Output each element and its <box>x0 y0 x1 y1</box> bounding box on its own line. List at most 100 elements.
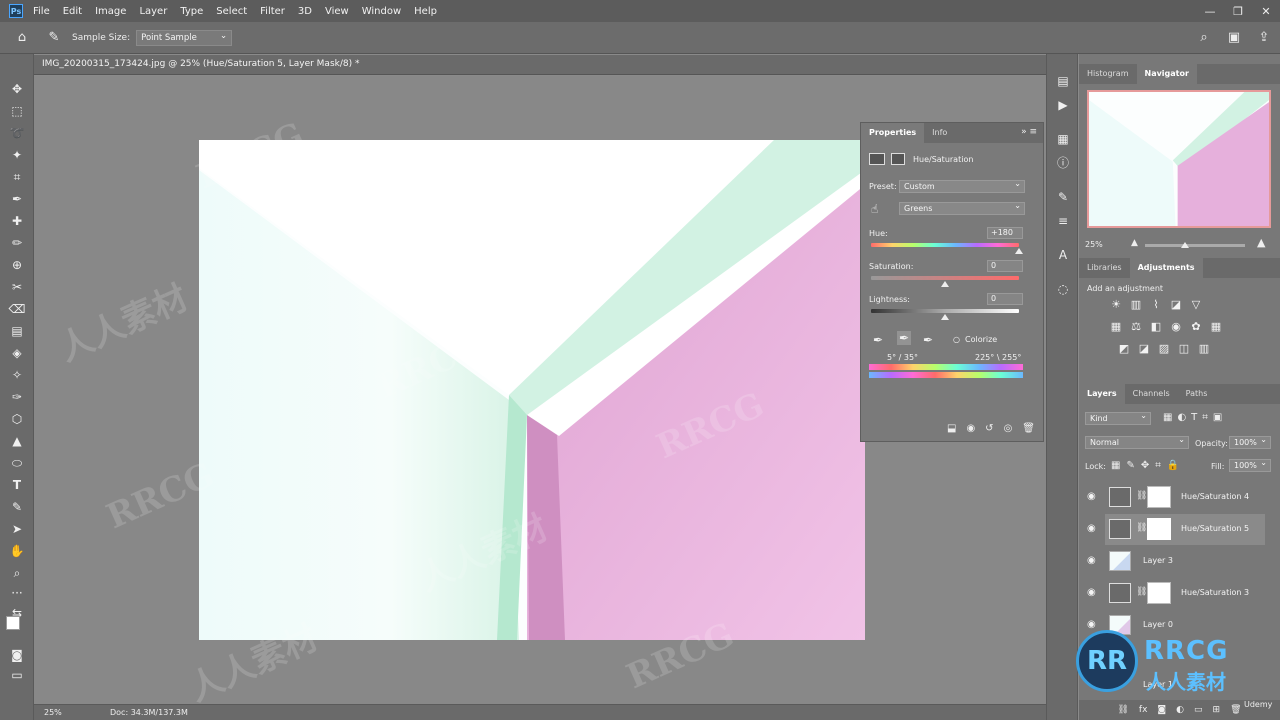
menu-layer[interactable]: Layer <box>139 6 167 17</box>
targeted-adjustment-icon[interactable]: ☝ <box>871 202 878 216</box>
history-icon[interactable]: ▤ <box>1053 72 1073 90</box>
layer-name[interactable]: Hue/Saturation 5 <box>1181 524 1249 533</box>
tab-channels[interactable]: Channels <box>1125 384 1178 404</box>
adjustments-sliders-icon[interactable]: ≡ <box>1053 212 1073 230</box>
threshold-icon[interactable]: ▨ <box>1157 342 1171 356</box>
home-icon[interactable]: ⌂ <box>12 28 32 48</box>
vibrance-icon[interactable]: ▽ <box>1189 298 1203 312</box>
document-tab[interactable]: IMG_20200315_173424.jpg @ 25% (Hue/Satur… <box>34 55 1046 75</box>
share-icon[interactable]: ⇪ <box>1254 28 1274 48</box>
photo-filter-icon[interactable]: ◉ <box>1169 320 1183 334</box>
magic-wand-tool-icon[interactable]: ✦ <box>7 146 27 164</box>
levels-icon[interactable]: ▥ <box>1129 298 1143 312</box>
visibility-eye-icon[interactable]: ◉ <box>1087 619 1096 630</box>
exposure-icon[interactable]: ◪ <box>1169 298 1183 312</box>
visibility-eye-icon[interactable]: ◉ <box>1087 555 1096 566</box>
tab-histogram[interactable]: Histogram <box>1079 64 1137 84</box>
clip-to-layer-icon[interactable]: ⬓ <box>947 423 956 441</box>
menu-image[interactable]: Image <box>95 6 126 17</box>
shape-tool-icon[interactable]: ⬭ <box>7 454 27 472</box>
zoom-in-icon[interactable]: ▲ <box>1257 236 1265 249</box>
layer-row-selected[interactable]: ◉ ⛓ Hue/Saturation 5 <box>1087 514 1265 545</box>
navigator-zoom-slider[interactable] <box>1145 244 1245 247</box>
hue-value-field[interactable]: +180 <box>987 227 1023 239</box>
channel-select[interactable]: Greens <box>899 200 1025 215</box>
lock-icons[interactable]: ▦✎✥⌗🔒 <box>1111 460 1185 471</box>
eyedropper-plus-icon[interactable]: ✒ <box>897 331 912 345</box>
sharpen-tool-icon[interactable]: ▲ <box>7 432 27 450</box>
navigator-thumbnail[interactable] <box>1087 90 1271 228</box>
path-selection-tool-icon[interactable]: ✎ <box>7 498 27 516</box>
curves-icon[interactable]: ⌇ <box>1149 298 1163 312</box>
actions-play-icon[interactable]: ▶ <box>1053 96 1073 114</box>
layer-name[interactable]: Hue/Saturation 4 <box>1181 492 1249 501</box>
menu-3d[interactable]: 3D <box>298 6 312 17</box>
panel-menu-icon[interactable]: » ≡ <box>1021 127 1037 137</box>
zoom-out-icon[interactable]: ▲ <box>1131 238 1138 248</box>
character-icon[interactable]: A <box>1053 246 1073 264</box>
view-previous-icon[interactable]: ◉ <box>966 423 975 441</box>
hand-tool-icon[interactable]: ✋ <box>7 542 27 560</box>
link-icon[interactable]: ⛓ <box>1136 491 1147 501</box>
gradient-tool-icon[interactable]: ▤ <box>7 322 27 340</box>
zoom-level[interactable]: 25% <box>44 708 62 717</box>
mask-icon[interactable] <box>891 153 905 165</box>
properties-icon[interactable]: ▦ <box>1053 130 1073 148</box>
menu-help[interactable]: Help <box>414 6 437 17</box>
brush-tool-icon[interactable]: ✏ <box>7 234 27 252</box>
tab-info[interactable]: Info <box>924 123 955 143</box>
layer-mask-thumbnail[interactable] <box>1147 582 1171 604</box>
direct-selection-tool-icon[interactable]: ➤ <box>7 520 27 538</box>
brightness-icon[interactable]: ☀ <box>1109 298 1123 312</box>
eyedropper-tool-icon[interactable]: ✒ <box>7 190 27 208</box>
blur-tool-icon[interactable]: ◈ <box>7 344 27 362</box>
fill-field[interactable]: 100% <box>1229 457 1271 472</box>
zoom-tool-icon[interactable]: ⌕ <box>7 564 27 582</box>
layer-name[interactable]: Hue/Saturation 3 <box>1181 588 1249 597</box>
quick-mask-icon[interactable]: ◙ <box>7 646 27 664</box>
healing-brush-tool-icon[interactable]: ✚ <box>7 212 27 230</box>
tab-libraries[interactable]: Libraries <box>1079 258 1130 278</box>
marquee-tool-icon[interactable]: ⬚ <box>7 102 27 120</box>
layer-row[interactable]: ◉ Layer 3 <box>1079 546 1280 577</box>
layer-row[interactable]: ◉ ⛓ Hue/Saturation 3 <box>1079 578 1280 609</box>
preset-select[interactable]: Custom <box>899 178 1025 193</box>
link-icon[interactable]: ⛓ <box>1136 523 1147 533</box>
eyedropper-icon[interactable]: ✒ <box>873 333 883 347</box>
tab-properties[interactable]: Properties <box>861 123 925 143</box>
layer-name[interactable]: Layer 3 <box>1143 556 1173 565</box>
link-icon[interactable]: ⛓ <box>1136 587 1147 597</box>
hue-slider-thumb[interactable] <box>1015 248 1023 254</box>
lightness-slider[interactable] <box>871 309 1019 313</box>
posterize-icon[interactable]: ◪ <box>1137 342 1151 356</box>
layer-name[interactable]: Layer 0 <box>1143 620 1173 629</box>
eraser-tool-icon[interactable]: ⌫ <box>7 300 27 318</box>
layer-kind-filter[interactable]: Kind <box>1085 410 1151 425</box>
close-icon[interactable]: ✕ <box>1252 0 1280 22</box>
type-tool-icon[interactable]: T <box>7 476 27 494</box>
tab-layers[interactable]: Layers <box>1079 384 1125 404</box>
search-icon[interactable]: ⌕ <box>1194 28 1214 48</box>
eyedropper-minus-icon[interactable]: ✒ <box>923 333 933 347</box>
tab-paths[interactable]: Paths <box>1178 384 1216 404</box>
info-icon[interactable]: ⓘ <box>1053 154 1073 172</box>
invert-icon[interactable]: ◩ <box>1117 342 1131 356</box>
more-tools-icon[interactable]: ··· <box>7 584 27 602</box>
menu-select[interactable]: Select <box>216 6 247 17</box>
minimize-icon[interactable]: — <box>1196 0 1224 22</box>
visibility-eye-icon[interactable]: ◉ <box>1087 491 1096 502</box>
pen-tool-icon[interactable]: ✑ <box>7 388 27 406</box>
menu-view[interactable]: View <box>325 6 349 17</box>
saturation-slider-thumb[interactable] <box>941 281 949 287</box>
saturation-slider[interactable] <box>871 276 1019 280</box>
menu-window[interactable]: Window <box>362 6 401 17</box>
visibility-eye-icon[interactable]: ◉ <box>1087 523 1096 534</box>
menu-edit[interactable]: Edit <box>63 6 82 17</box>
delete-icon[interactable]: 🗑 <box>1022 423 1035 441</box>
hue-saturation-icon[interactable]: ▦ <box>1109 320 1123 334</box>
lasso-tool-icon[interactable]: ➰ <box>7 124 27 142</box>
menu-filter[interactable]: Filter <box>260 6 285 17</box>
crop-tool-icon[interactable]: ⌗ <box>7 168 27 186</box>
restore-icon[interactable]: ❐ <box>1224 0 1252 22</box>
dodge-tool-icon[interactable]: ✧ <box>7 366 27 384</box>
